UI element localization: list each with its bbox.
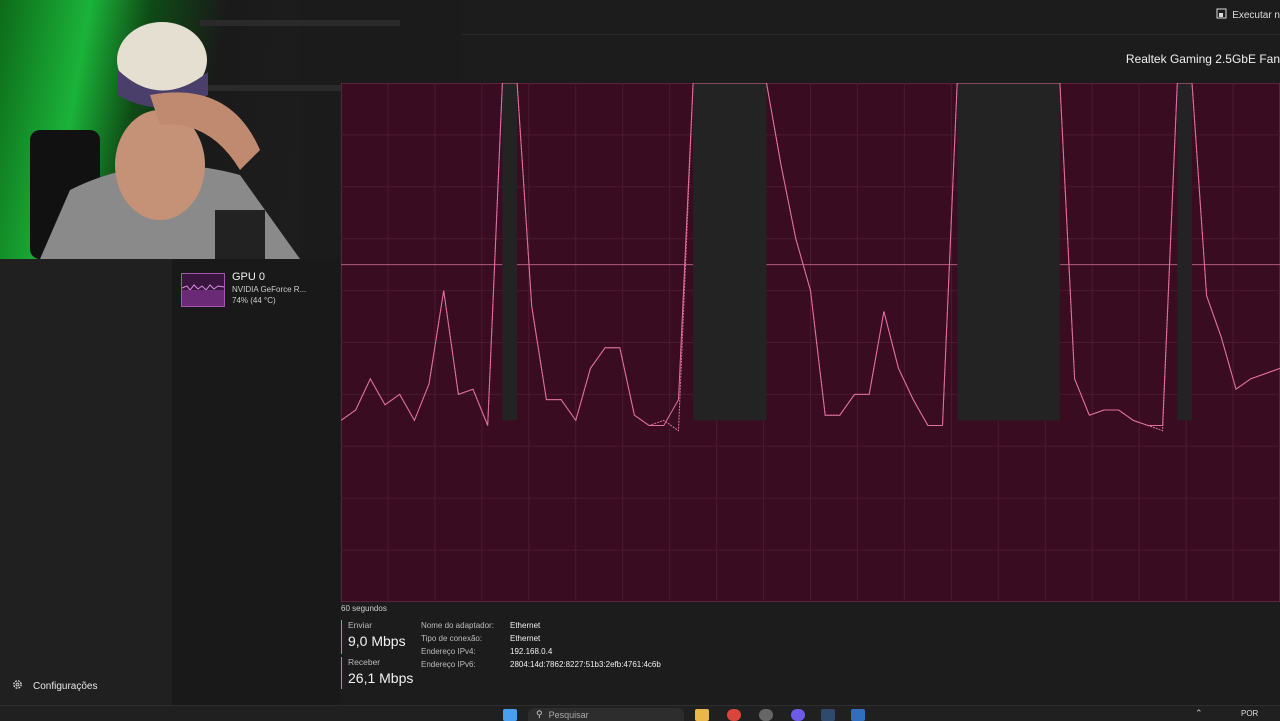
send-value: 9,0 Mbps <box>348 633 406 649</box>
gpu-usage: 74% (44 °C) <box>232 296 276 305</box>
taskbar: ⚲ Pesquisar ⌃ POR <box>0 705 1280 721</box>
sidebar-item-gpu[interactable]: GPU 0 NVIDIA GeForce R... 74% (44 °C) <box>178 268 338 312</box>
run-task-icon <box>1216 8 1227 22</box>
search-icon: ⚲ <box>536 709 543 719</box>
prop-ipv6-key: Endereço IPv6: <box>421 660 476 669</box>
graph-grid <box>341 83 1280 602</box>
time-axis-label: 60 segundos <box>341 604 387 613</box>
chevron-up-icon[interactable]: ⌃ <box>1195 708 1203 719</box>
prop-connection-type-key: Tipo de conexão: <box>421 634 483 643</box>
run-task-label: Executar n <box>1232 9 1280 21</box>
saturated-band <box>693 83 767 421</box>
saturated-band <box>502 83 518 421</box>
task-manager-icon[interactable] <box>851 709 865 721</box>
chrome-icon[interactable] <box>727 709 741 721</box>
prop-connection-type-value: Ethernet <box>510 634 541 643</box>
settings-button[interactable]: Configurações <box>12 679 97 693</box>
send-label: Enviar <box>348 620 373 630</box>
gear-icon <box>12 679 23 693</box>
discord-icon[interactable] <box>791 709 805 721</box>
windows-start-icon[interactable] <box>503 709 517 721</box>
receive-stat[interactable]: Receber 26,1 Mbps <box>341 657 413 689</box>
taskbar-search[interactable]: ⚲ Pesquisar <box>528 708 684 721</box>
prop-adapter-name-key: Nome do adaptador: <box>421 621 494 630</box>
saturated-band <box>957 83 1060 421</box>
settings-label: Configurações <box>33 680 98 692</box>
gpu-model: NVIDIA GeForce R... <box>232 285 307 294</box>
search-placeholder: Pesquisar <box>548 709 589 720</box>
gpu-title: GPU 0 <box>232 271 266 283</box>
prop-ipv4-key: Endereço IPv4: <box>421 647 476 656</box>
run-new-task-button[interactable]: Executar n <box>1216 8 1280 22</box>
adapter-name-title: Realtek Gaming 2.5GbE Fan <box>1125 52 1280 66</box>
app-icon[interactable] <box>759 709 773 721</box>
receive-value: 26,1 Mbps <box>348 670 414 686</box>
steam-icon[interactable] <box>821 709 835 721</box>
file-explorer-icon[interactable] <box>695 709 709 721</box>
receive-label: Receber <box>348 657 381 667</box>
saturated-band <box>1177 83 1192 421</box>
gpu-thumbnail-graph <box>181 273 225 307</box>
language-indicator[interactable]: POR <box>1241 709 1258 718</box>
throughput-graph <box>341 83 1280 602</box>
send-stat[interactable]: Enviar 9,0 Mbps <box>341 620 406 654</box>
title-bar: Executar n <box>462 0 1280 35</box>
prop-adapter-name-value: Ethernet <box>510 621 541 630</box>
prop-ipv4-value: 192.168.0.4 <box>510 647 553 656</box>
prop-ipv6-value: 2804:14d:7862:8227:51b3:2efb:4761:4c6b <box>510 660 661 669</box>
